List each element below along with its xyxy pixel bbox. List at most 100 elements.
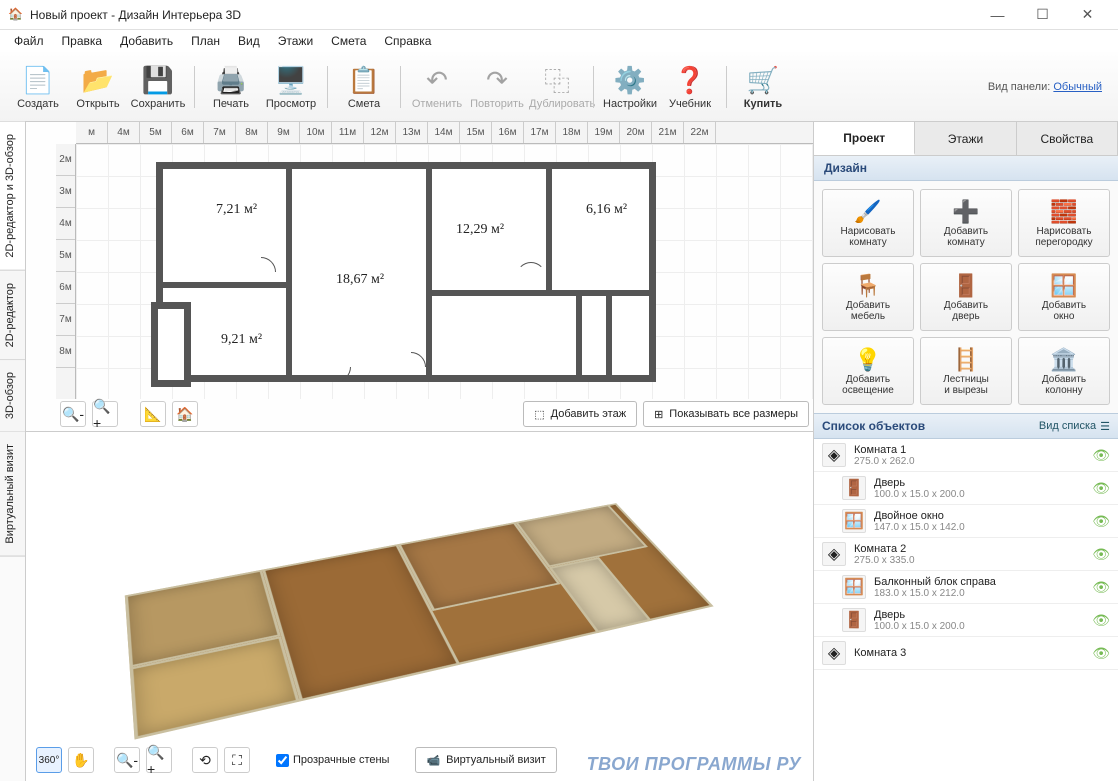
menu-Добавить[interactable]: Добавить: [112, 32, 181, 50]
menu-Вид[interactable]: Вид: [230, 32, 268, 50]
toolbar-Учебник[interactable]: ❓Учебник: [660, 60, 720, 114]
Повторить-icon: ↷: [469, 64, 525, 98]
toolbar-Открыть[interactable]: 📂Открыть: [68, 60, 128, 114]
tool-icon: 🪜: [952, 346, 979, 374]
visibility-icon[interactable]: 👁: [1092, 612, 1110, 629]
tool-icon: 🖌️: [854, 198, 881, 226]
list-view-mode[interactable]: Вид списка ☰: [1039, 420, 1110, 433]
menu-Справка[interactable]: Справка: [376, 32, 439, 50]
tool-Добавить дверь[interactable]: 🚪Добавитьдверь: [920, 263, 1012, 331]
object-item[interactable]: ◈Комната 2275.0 x 335.0👁: [814, 538, 1118, 571]
vtab-1[interactable]: 2D-редактор: [0, 271, 25, 360]
room-area-label: 7,21 м²: [216, 202, 257, 218]
Отменить-icon: ↶: [409, 64, 465, 98]
canvas-3d-toolbar: 360° ✋ 🔍- 🔍+ ⟲ ⛶ Прозрачные стены 📹Вирту…: [36, 745, 803, 775]
toolbar-Создать[interactable]: 📄Создать: [8, 60, 68, 114]
vtab-2[interactable]: 3D-обзор: [0, 360, 25, 432]
virtual-visit-button[interactable]: 📹Виртуальный визит: [415, 747, 556, 773]
menu-План[interactable]: План: [183, 32, 228, 50]
side-tab-Свойства[interactable]: Свойства: [1017, 122, 1118, 155]
floorplan[interactable]: 7,21 м²18,67 м²12,29 м²6,16 м²9,21 м²: [156, 162, 656, 392]
room-area-label: 9,21 м²: [221, 332, 262, 348]
menu-Файл[interactable]: Файл: [6, 32, 52, 50]
object-item[interactable]: 🪟Балконный блок справа183.0 x 15.0 x 212…: [814, 571, 1118, 604]
side-panel: ПроектЭтажиСвойства Дизайн 🖌️Нарисоватьк…: [813, 122, 1118, 781]
main-toolbar: 📄Создать📂Открыть💾Сохранить🖨️Печать🖥️Прос…: [0, 52, 1118, 122]
vtab-3[interactable]: Виртуальный визит: [0, 432, 25, 557]
zoom-out-button[interactable]: 🔍-: [60, 401, 86, 427]
object-thumb-icon: 🚪: [842, 608, 866, 632]
titlebar: 🏠 Новый проект - Дизайн Интерьера 3D — ☐…: [0, 0, 1118, 30]
visibility-icon[interactable]: 👁: [1092, 513, 1110, 530]
close-button[interactable]: ✕: [1065, 0, 1110, 30]
tool-Лестницы и вырезы[interactable]: 🪜Лестницыи вырезы: [920, 337, 1012, 405]
visibility-icon[interactable]: 👁: [1092, 645, 1110, 662]
toolbar-Купить[interactable]: 🛒Купить: [733, 60, 793, 114]
menu-Смета[interactable]: Смета: [323, 32, 374, 50]
measure-button[interactable]: 📐: [140, 401, 166, 427]
home-button[interactable]: 🏠: [172, 401, 198, 427]
toolbar-Смета[interactable]: 📋Смета: [334, 60, 394, 114]
visibility-icon[interactable]: 👁: [1092, 546, 1110, 563]
vtab-0[interactable]: 2D-редактор и 3D-обзор: [0, 122, 25, 271]
tool-icon: 🚪: [952, 272, 979, 300]
side-tab-Этажи[interactable]: Этажи: [915, 122, 1016, 155]
object-item[interactable]: ◈Комната 1275.0 x 262.0👁: [814, 439, 1118, 472]
canvas-2d[interactable]: м4м5м6м7м8м9м10м11м12м13м14м15м16м17м18м…: [26, 122, 813, 432]
tool-Нарисовать комнату[interactable]: 🖌️Нарисоватькомнату: [822, 189, 914, 257]
object-item[interactable]: 🪟Двойное окно147.0 x 15.0 x 142.0👁: [814, 505, 1118, 538]
tool-Добавить мебель[interactable]: 🪑Добавитьмебель: [822, 263, 914, 331]
tool-Добавить колонну[interactable]: 🏛️Добавитьколонну: [1018, 337, 1110, 405]
object-thumb-icon: 🪟: [842, 509, 866, 533]
toolbar-Сохранить[interactable]: 💾Сохранить: [128, 60, 188, 114]
zoom-in-button[interactable]: 🔍+: [92, 401, 118, 427]
panel-mode-link[interactable]: Обычный: [1053, 81, 1102, 93]
tool-grid: 🖌️Нарисоватькомнату➕Добавитькомнату🧱Нари…: [814, 181, 1118, 413]
object-item[interactable]: 🚪Дверь100.0 x 15.0 x 200.0👁: [814, 472, 1118, 505]
zoom-out-3d-button[interactable]: 🔍-: [114, 747, 140, 773]
pan-button[interactable]: ✋: [68, 747, 94, 773]
object-thumb-icon: ◈: [822, 443, 846, 467]
visibility-icon[interactable]: 👁: [1092, 579, 1110, 596]
design-section-header: Дизайн: [814, 156, 1118, 181]
toolbar-Повторить: ↷Повторить: [467, 60, 527, 114]
object-list: ◈Комната 1275.0 x 262.0👁🚪Дверь100.0 x 15…: [814, 439, 1118, 781]
zoom-in-3d-button[interactable]: 🔍+: [146, 747, 172, 773]
object-item[interactable]: ◈Комната 3👁: [814, 637, 1118, 670]
side-tab-Проект[interactable]: Проект: [814, 122, 915, 155]
ruler-vertical: 2м3м4м5м6м7м8м: [56, 144, 76, 399]
Настройки-icon: ⚙️: [602, 64, 658, 98]
add-floor-button[interactable]: ⬚Добавить этаж: [523, 401, 637, 427]
workspace: м4м5м6м7м8м9м10м11м12м13м14м15м16м17м18м…: [26, 122, 813, 781]
Просмотр-icon: 🖥️: [263, 64, 319, 98]
show-sizes-button[interactable]: ⊞Показывать все размеры: [643, 401, 809, 427]
tool-Добавить окно[interactable]: 🪟Добавитьокно: [1018, 263, 1110, 331]
visibility-icon[interactable]: 👁: [1092, 480, 1110, 497]
canvas-3d[interactable]: 360° ✋ 🔍- 🔍+ ⟲ ⛶ Прозрачные стены 📹Вирту…: [26, 432, 813, 781]
menu-Правка[interactable]: Правка: [54, 32, 111, 50]
fit-view-button[interactable]: ⛶: [224, 747, 250, 773]
room-area-label: 12,29 м²: [456, 222, 504, 238]
tool-icon: 💡: [854, 346, 881, 374]
minimize-button[interactable]: —: [975, 0, 1020, 30]
tool-icon: ➕: [952, 198, 979, 226]
menu-Этажи[interactable]: Этажи: [270, 32, 321, 50]
rotate-360-button[interactable]: 360°: [36, 747, 62, 773]
toolbar-Печать[interactable]: 🖨️Печать: [201, 60, 261, 114]
toolbar-Настройки[interactable]: ⚙️Настройки: [600, 60, 660, 114]
reset-view-button[interactable]: ⟲: [192, 747, 218, 773]
tool-Нарисовать перегородку[interactable]: 🧱Нарисоватьперегородку: [1018, 189, 1110, 257]
transparent-walls-checkbox[interactable]: Прозрачные стены: [276, 754, 389, 767]
tool-icon: 🏛️: [1050, 346, 1077, 374]
maximize-button[interactable]: ☐: [1020, 0, 1065, 30]
app-icon: 🏠: [8, 7, 24, 23]
tool-Добавить освещение[interactable]: 💡Добавитьосвещение: [822, 337, 914, 405]
tool-icon: 🪟: [1050, 272, 1077, 300]
toolbar-Просмотр[interactable]: 🖥️Просмотр: [261, 60, 321, 114]
object-item[interactable]: 🚪Дверь100.0 x 15.0 x 200.0👁: [814, 604, 1118, 637]
tool-icon: 🪑: [854, 272, 881, 300]
tool-Добавить комнату[interactable]: ➕Добавитькомнату: [920, 189, 1012, 257]
camera-icon: 📹: [426, 754, 440, 767]
object-thumb-icon: ◈: [822, 542, 846, 566]
visibility-icon[interactable]: 👁: [1092, 447, 1110, 464]
